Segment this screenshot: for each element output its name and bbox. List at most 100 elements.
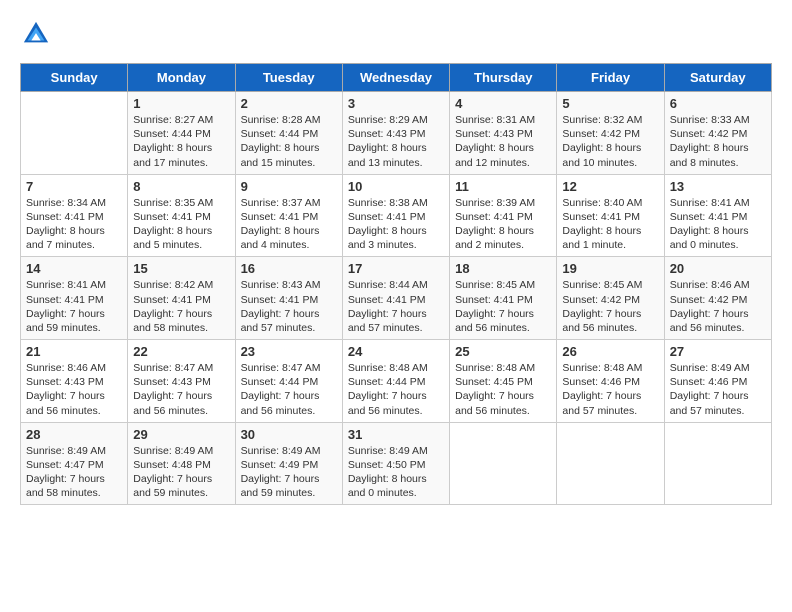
day-info: Sunrise: 8:47 AM Sunset: 4:44 PM Dayligh… (241, 361, 337, 418)
calendar-cell: 12 Sunrise: 8:40 AM Sunset: 4:41 PM Dayli… (557, 174, 664, 257)
day-info: Sunrise: 8:32 AM Sunset: 4:42 PM Dayligh… (562, 113, 658, 170)
day-info: Sunrise: 8:28 AM Sunset: 4:44 PM Dayligh… (241, 113, 337, 170)
day-info: Sunrise: 8:41 AM Sunset: 4:41 PM Dayligh… (26, 278, 122, 335)
day-number: 19 (562, 261, 658, 276)
day-info: Sunrise: 8:45 AM Sunset: 4:41 PM Dayligh… (455, 278, 551, 335)
calendar-cell (664, 422, 771, 505)
calendar-cell: 23 Sunrise: 8:47 AM Sunset: 4:44 PM Dayli… (235, 340, 342, 423)
calendar-cell: 17 Sunrise: 8:44 AM Sunset: 4:41 PM Dayli… (342, 257, 449, 340)
day-number: 23 (241, 344, 337, 359)
day-info: Sunrise: 8:38 AM Sunset: 4:41 PM Dayligh… (348, 196, 444, 253)
weekday-header: Wednesday (342, 64, 449, 92)
calendar-cell (557, 422, 664, 505)
day-number: 26 (562, 344, 658, 359)
calendar-cell: 31 Sunrise: 8:49 AM Sunset: 4:50 PM Dayli… (342, 422, 449, 505)
day-info: Sunrise: 8:34 AM Sunset: 4:41 PM Dayligh… (26, 196, 122, 253)
day-number: 10 (348, 179, 444, 194)
calendar-cell: 4Sunrise: 8:31 AM Sunset: 4:43 PM Daylig… (450, 92, 557, 175)
calendar-cell: 10 Sunrise: 8:38 AM Sunset: 4:41 PM Dayli… (342, 174, 449, 257)
calendar-body: 1Sunrise: 8:27 AM Sunset: 4:44 PM Daylig… (21, 92, 772, 505)
calendar-cell: 8 Sunrise: 8:35 AM Sunset: 4:41 PM Daylig… (128, 174, 235, 257)
day-number: 24 (348, 344, 444, 359)
calendar-cell: 14 Sunrise: 8:41 AM Sunset: 4:41 PM Dayli… (21, 257, 128, 340)
day-number: 29 (133, 427, 229, 442)
calendar-cell: 22Sunrise: 8:47 AM Sunset: 4:43 PM Dayli… (128, 340, 235, 423)
weekday-header: Thursday (450, 64, 557, 92)
day-info: Sunrise: 8:44 AM Sunset: 4:41 PM Dayligh… (348, 278, 444, 335)
day-number: 15 (133, 261, 229, 276)
day-info: Sunrise: 8:46 AM Sunset: 4:42 PM Dayligh… (670, 278, 766, 335)
day-number: 9 (241, 179, 337, 194)
day-number: 6 (670, 96, 766, 111)
day-number: 14 (26, 261, 122, 276)
day-info: Sunrise: 8:41 AM Sunset: 4:41 PM Dayligh… (670, 196, 766, 253)
calendar-cell: 19Sunrise: 8:45 AM Sunset: 4:42 PM Dayli… (557, 257, 664, 340)
day-number: 18 (455, 261, 551, 276)
day-number: 2 (241, 96, 337, 111)
day-number: 7 (26, 179, 122, 194)
calendar-cell: 30Sunrise: 8:49 AM Sunset: 4:49 PM Dayli… (235, 422, 342, 505)
calendar-cell: 28 Sunrise: 8:49 AM Sunset: 4:47 PM Dayli… (21, 422, 128, 505)
calendar-cell: 11Sunrise: 8:39 AM Sunset: 4:41 PM Dayli… (450, 174, 557, 257)
day-info: Sunrise: 8:33 AM Sunset: 4:42 PM Dayligh… (670, 113, 766, 170)
day-number: 3 (348, 96, 444, 111)
calendar-cell: 27Sunrise: 8:49 AM Sunset: 4:46 PM Dayli… (664, 340, 771, 423)
day-info: Sunrise: 8:40 AM Sunset: 4:41 PM Dayligh… (562, 196, 658, 253)
calendar-week-row: 14 Sunrise: 8:41 AM Sunset: 4:41 PM Dayli… (21, 257, 772, 340)
calendar-header: SundayMondayTuesdayWednesdayThursdayFrid… (21, 64, 772, 92)
calendar-cell: 25 Sunrise: 8:48 AM Sunset: 4:45 PM Dayli… (450, 340, 557, 423)
day-info: Sunrise: 8:42 AM Sunset: 4:41 PM Dayligh… (133, 278, 229, 335)
day-info: Sunrise: 8:48 AM Sunset: 4:45 PM Dayligh… (455, 361, 551, 418)
calendar-week-row: 28 Sunrise: 8:49 AM Sunset: 4:47 PM Dayli… (21, 422, 772, 505)
day-info: Sunrise: 8:48 AM Sunset: 4:46 PM Dayligh… (562, 361, 658, 418)
calendar-cell: 7 Sunrise: 8:34 AM Sunset: 4:41 PM Daylig… (21, 174, 128, 257)
day-info: Sunrise: 8:31 AM Sunset: 4:43 PM Dayligh… (455, 113, 551, 170)
day-number: 22 (133, 344, 229, 359)
day-number: 8 (133, 179, 229, 194)
calendar-week-row: 1Sunrise: 8:27 AM Sunset: 4:44 PM Daylig… (21, 92, 772, 175)
day-info: Sunrise: 8:39 AM Sunset: 4:41 PM Dayligh… (455, 196, 551, 253)
day-number: 21 (26, 344, 122, 359)
day-info: Sunrise: 8:49 AM Sunset: 4:47 PM Dayligh… (26, 444, 122, 501)
day-info: Sunrise: 8:37 AM Sunset: 4:41 PM Dayligh… (241, 196, 337, 253)
day-info: Sunrise: 8:46 AM Sunset: 4:43 PM Dayligh… (26, 361, 122, 418)
calendar-week-row: 7 Sunrise: 8:34 AM Sunset: 4:41 PM Daylig… (21, 174, 772, 257)
calendar-cell: 16 Sunrise: 8:43 AM Sunset: 4:41 PM Dayli… (235, 257, 342, 340)
day-info: Sunrise: 8:29 AM Sunset: 4:43 PM Dayligh… (348, 113, 444, 170)
weekday-header: Sunday (21, 64, 128, 92)
day-number: 27 (670, 344, 766, 359)
calendar-cell: 21 Sunrise: 8:46 AM Sunset: 4:43 PM Dayli… (21, 340, 128, 423)
calendar-cell: 15 Sunrise: 8:42 AM Sunset: 4:41 PM Dayli… (128, 257, 235, 340)
day-number: 31 (348, 427, 444, 442)
calendar-cell: 5Sunrise: 8:32 AM Sunset: 4:42 PM Daylig… (557, 92, 664, 175)
day-number: 16 (241, 261, 337, 276)
calendar-cell: 1Sunrise: 8:27 AM Sunset: 4:44 PM Daylig… (128, 92, 235, 175)
calendar-cell: 3 Sunrise: 8:29 AM Sunset: 4:43 PM Daylig… (342, 92, 449, 175)
weekday-header: Tuesday (235, 64, 342, 92)
day-info: Sunrise: 8:49 AM Sunset: 4:50 PM Dayligh… (348, 444, 444, 501)
page-header (20, 20, 772, 53)
day-number: 30 (241, 427, 337, 442)
calendar-cell (450, 422, 557, 505)
day-number: 25 (455, 344, 551, 359)
day-info: Sunrise: 8:49 AM Sunset: 4:48 PM Dayligh… (133, 444, 229, 501)
calendar-cell: 2 Sunrise: 8:28 AM Sunset: 4:44 PM Daylig… (235, 92, 342, 175)
calendar-cell: 29 Sunrise: 8:49 AM Sunset: 4:48 PM Dayli… (128, 422, 235, 505)
day-number: 20 (670, 261, 766, 276)
calendar-cell: 6 Sunrise: 8:33 AM Sunset: 4:42 PM Daylig… (664, 92, 771, 175)
calendar-cell: 24 Sunrise: 8:48 AM Sunset: 4:44 PM Dayli… (342, 340, 449, 423)
calendar-cell: 20 Sunrise: 8:46 AM Sunset: 4:42 PM Dayli… (664, 257, 771, 340)
logo-icon (22, 20, 50, 48)
day-number: 12 (562, 179, 658, 194)
calendar-cell: 18 Sunrise: 8:45 AM Sunset: 4:41 PM Dayli… (450, 257, 557, 340)
day-info: Sunrise: 8:43 AM Sunset: 4:41 PM Dayligh… (241, 278, 337, 335)
day-info: Sunrise: 8:48 AM Sunset: 4:44 PM Dayligh… (348, 361, 444, 418)
day-number: 28 (26, 427, 122, 442)
calendar-cell (21, 92, 128, 175)
weekday-header: Monday (128, 64, 235, 92)
day-number: 17 (348, 261, 444, 276)
calendar-cell: 26 Sunrise: 8:48 AM Sunset: 4:46 PM Dayli… (557, 340, 664, 423)
calendar-week-row: 21 Sunrise: 8:46 AM Sunset: 4:43 PM Dayli… (21, 340, 772, 423)
day-number: 1 (133, 96, 229, 111)
day-info: Sunrise: 8:35 AM Sunset: 4:41 PM Dayligh… (133, 196, 229, 253)
